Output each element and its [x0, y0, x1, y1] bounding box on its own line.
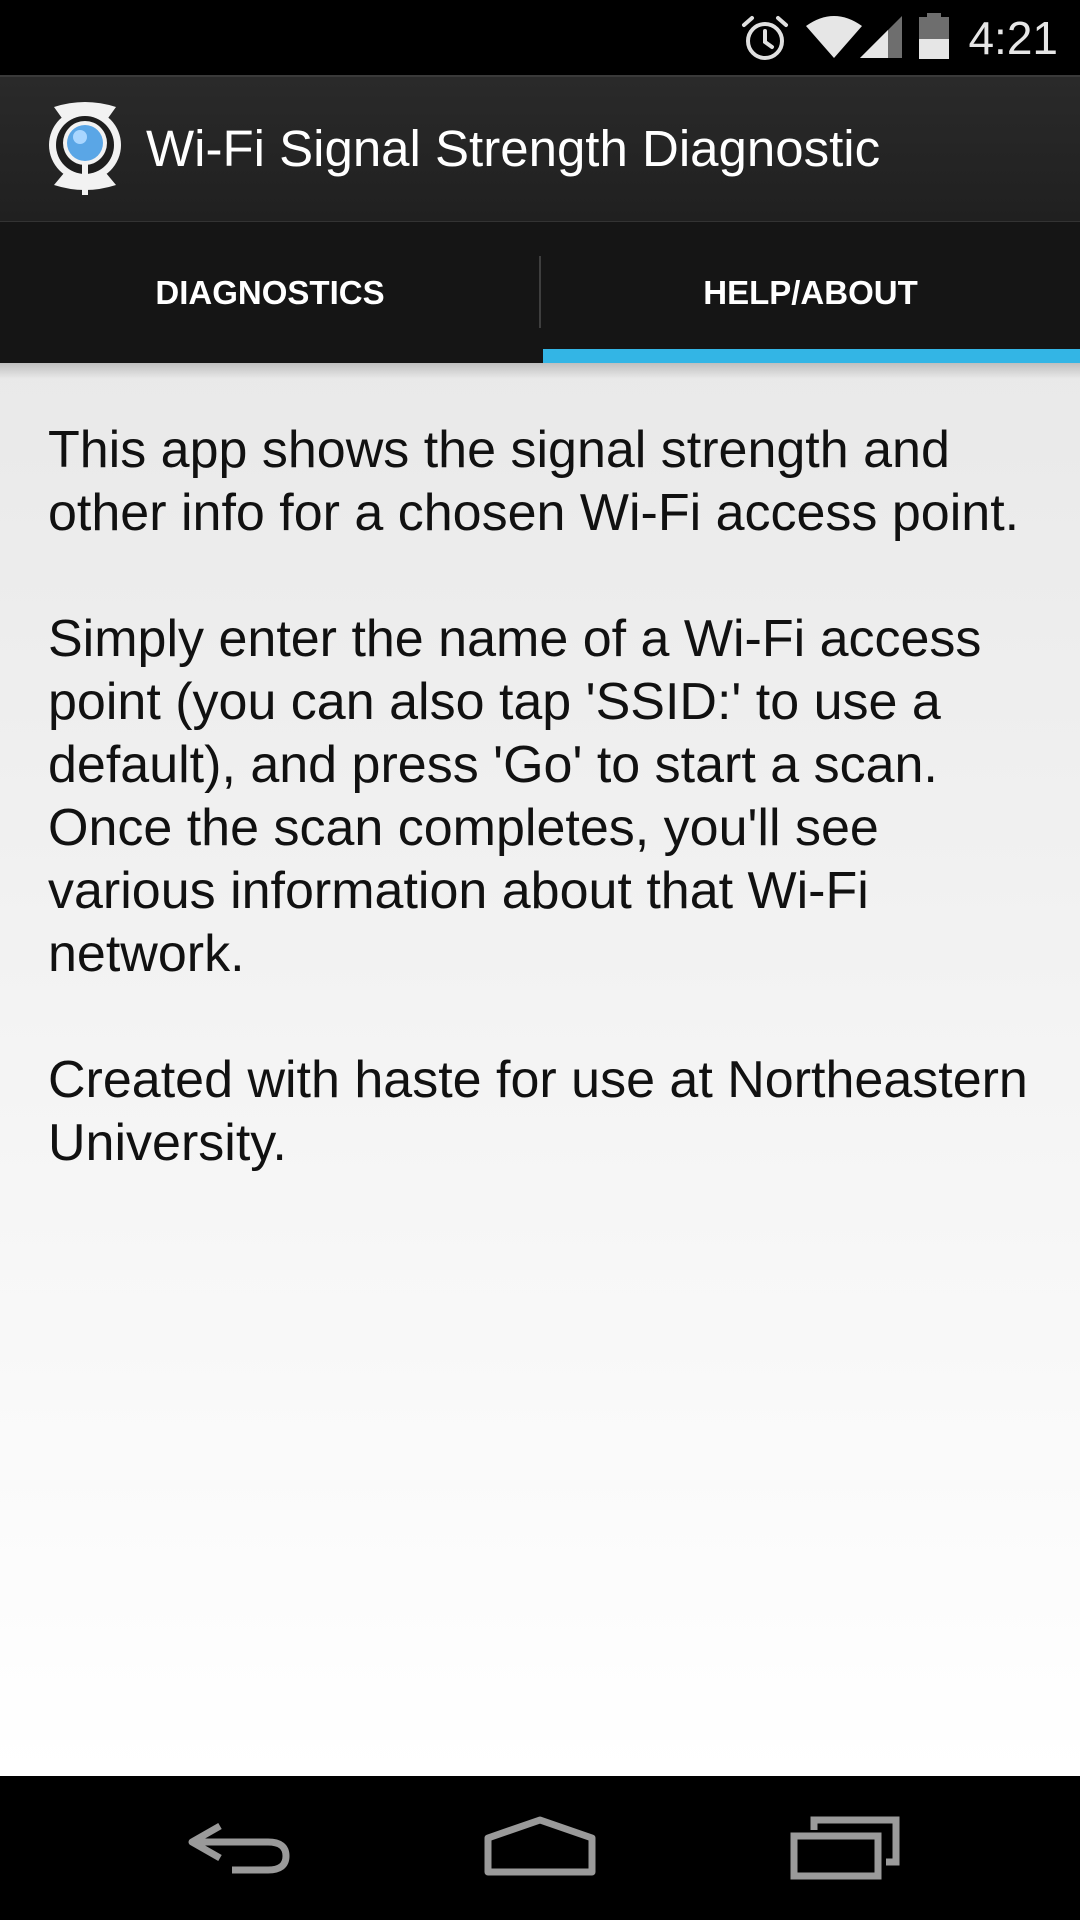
- wifi-icon: [806, 16, 862, 58]
- navigation-bar: [0, 1776, 1080, 1920]
- magnifier-signal-icon[interactable]: [44, 101, 126, 197]
- recents-icon[interactable]: [774, 1800, 914, 1896]
- help-paragraph-intro: This app shows the signal strength and o…: [48, 421, 1020, 542]
- tab-bar: DIAGNOSTICS HELP/ABOUT: [0, 221, 1080, 363]
- tab-diagnostics[interactable]: DIAGNOSTICS: [0, 222, 540, 363]
- tab-shadow: [0, 363, 1080, 379]
- action-bar: Wi-Fi Signal Strength Diagnostic: [0, 75, 1080, 221]
- back-icon[interactable]: [170, 1800, 310, 1896]
- status-clock: 4:21: [968, 12, 1058, 64]
- phone-screen: 4:21 Wi-Fi Signal Strength Diagnostic DI…: [0, 0, 1080, 1920]
- help-paragraph-instructions: Simply enter the name of a Wi-Fi access …: [48, 610, 982, 983]
- tab-help-about[interactable]: HELP/ABOUT: [541, 222, 1080, 363]
- alarm-icon: [742, 16, 788, 60]
- battery-icon: [919, 13, 949, 59]
- status-bar: 4:21: [0, 0, 1080, 75]
- help-paragraph-credits: Created with haste for use at Northeaste…: [48, 1051, 1028, 1172]
- app-title: Wi-Fi Signal Strength Diagnostic: [146, 120, 881, 177]
- selected-tab-indicator: [543, 349, 1080, 363]
- home-icon[interactable]: [470, 1800, 610, 1896]
- cell-signal-icon: [860, 16, 902, 58]
- help-content: This app shows the signal strength and o…: [0, 363, 1080, 1776]
